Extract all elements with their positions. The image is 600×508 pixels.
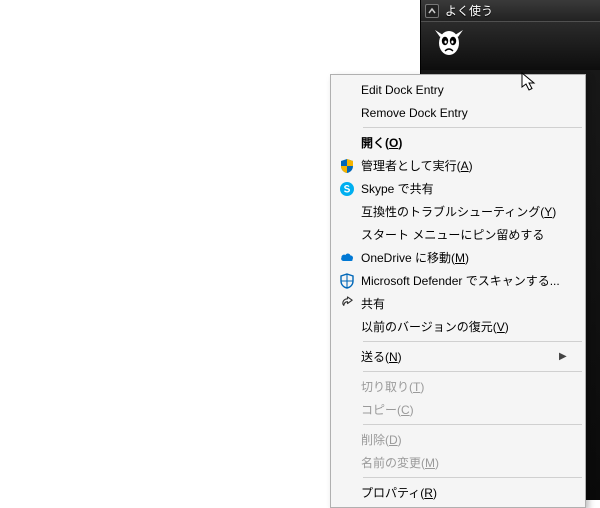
menu-separator	[363, 341, 582, 342]
menu-delete: 削除(D)	[333, 428, 583, 451]
menu-compat-troubleshoot[interactable]: 互換性のトラブルシューティング(Y)	[333, 200, 583, 223]
shield-admin-icon	[337, 156, 357, 176]
dock-header: よく使う	[421, 0, 600, 22]
menu-label: 削除(D)	[361, 431, 569, 448]
skype-icon	[337, 179, 357, 199]
foobar2000-icon	[433, 29, 465, 64]
menu-open[interactable]: 開く(O)	[333, 131, 583, 154]
menu-label: 以前のバージョンの復元(V)	[361, 318, 569, 335]
menu-separator	[363, 127, 582, 128]
menu-label: スタート メニューにピン留めする	[361, 226, 569, 243]
context-menu: Edit Dock Entry Remove Dock Entry 開く(O) …	[330, 74, 586, 508]
menu-label: OneDrive に移動(M)	[361, 249, 569, 266]
share-icon	[337, 294, 357, 314]
menu-label: Skype で共有	[361, 180, 569, 197]
menu-share[interactable]: 共有	[333, 292, 583, 315]
menu-remove-dock-entry[interactable]: Remove Dock Entry	[333, 101, 583, 124]
menu-label: 名前の変更(M)	[361, 454, 569, 471]
menu-send-to[interactable]: 送る(N) ▶	[333, 345, 583, 368]
defender-icon	[337, 271, 357, 291]
menu-label: Microsoft Defender でスキャンする...	[361, 272, 569, 289]
onedrive-icon	[337, 248, 357, 268]
menu-restore-previous[interactable]: 以前のバージョンの復元(V)	[333, 315, 583, 338]
menu-label: 送る(N)	[361, 348, 555, 365]
menu-rename: 名前の変更(M)	[333, 451, 583, 474]
dock-collapse-button[interactable]	[425, 4, 439, 18]
menu-label: 切り取り(T)	[361, 378, 569, 395]
menu-separator	[363, 424, 582, 425]
menu-edit-dock-entry[interactable]: Edit Dock Entry	[333, 78, 583, 101]
menu-cut: 切り取り(T)	[333, 375, 583, 398]
menu-label: プロパティ(R)	[361, 484, 569, 501]
menu-properties[interactable]: プロパティ(R)	[333, 481, 583, 504]
dock-title: よく使う	[445, 2, 493, 19]
menu-skype-share[interactable]: Skype で共有	[333, 177, 583, 200]
menu-copy: コピー(C)	[333, 398, 583, 421]
menu-label: 互換性のトラブルシューティング(Y)	[361, 203, 569, 220]
menu-label: 共有	[361, 295, 569, 312]
submenu-arrow-icon: ▶	[559, 351, 569, 362]
menu-defender-scan[interactable]: Microsoft Defender でスキャンする...	[333, 269, 583, 292]
menu-separator	[363, 371, 582, 372]
menu-label: Remove Dock Entry	[361, 106, 569, 120]
menu-label: 管理者として実行(A)	[361, 157, 569, 174]
menu-move-to-onedrive[interactable]: OneDrive に移動(M)	[333, 246, 583, 269]
chevron-up-icon	[428, 7, 436, 15]
dock-app-foobar2000[interactable]	[421, 22, 600, 70]
menu-label: Edit Dock Entry	[361, 83, 569, 97]
menu-separator	[363, 477, 582, 478]
menu-pin-to-start[interactable]: スタート メニューにピン留めする	[333, 223, 583, 246]
menu-label: コピー(C)	[361, 401, 569, 418]
menu-run-as-admin[interactable]: 管理者として実行(A)	[333, 154, 583, 177]
menu-label: 開く(O)	[361, 134, 569, 151]
